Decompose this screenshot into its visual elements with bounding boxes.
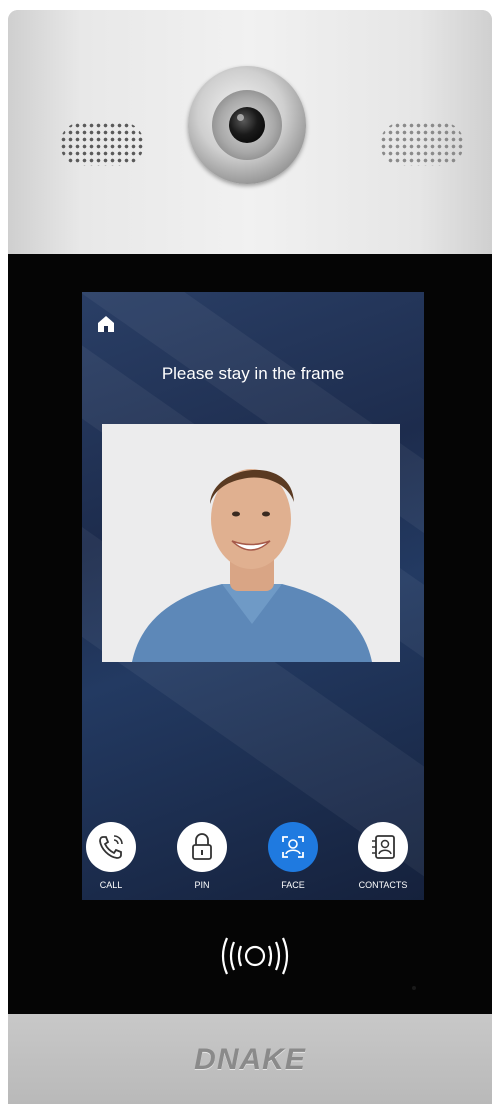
prompt-text: Please stay in the frame — [161, 364, 345, 383]
camera-lens — [229, 107, 265, 143]
lock-icon — [192, 833, 212, 860]
call-label: CALL — [99, 880, 123, 890]
phone-icon — [99, 835, 123, 859]
nfc-reader-icon — [210, 936, 300, 976]
home-icon[interactable] — [96, 314, 116, 334]
speaker-grille-right — [380, 122, 464, 166]
face-label: FACE — [281, 880, 305, 890]
call-button[interactable] — [86, 822, 136, 872]
contacts-icon — [372, 835, 395, 859]
pin-label: PIN — [194, 880, 210, 890]
face-preview-photo — [102, 424, 400, 662]
camera-housing — [212, 90, 282, 160]
lens-glint — [237, 114, 244, 121]
contacts-label: CONTACTS — [358, 880, 408, 890]
indicator-dot — [412, 986, 416, 990]
pin-button[interactable] — [177, 822, 227, 872]
face-button[interactable] — [268, 822, 318, 872]
contacts-button[interactable] — [358, 822, 408, 872]
brand-logo: DNAKE — [194, 1043, 306, 1076]
camera — [188, 66, 306, 184]
face-scan-icon — [282, 836, 304, 858]
top-panel — [8, 10, 492, 254]
touch-screen: Please stay in the frame CALL PIN FACE C… — [82, 292, 424, 900]
speaker-grille-left — [60, 122, 144, 166]
